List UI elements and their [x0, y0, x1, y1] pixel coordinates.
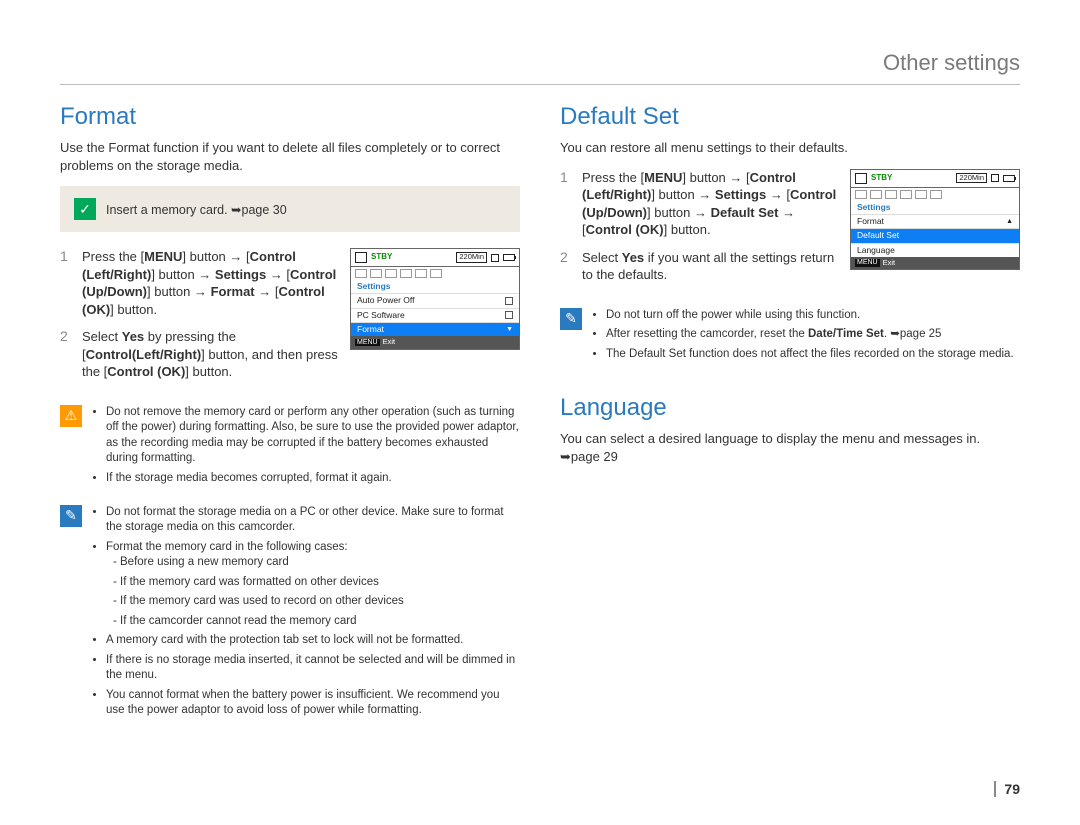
- note-item: You cannot format when the battery power…: [106, 688, 520, 719]
- stby-label: STBY: [871, 174, 892, 183]
- tip-note: ✎ Do not turn off the power while using …: [560, 308, 1020, 367]
- option-icon: [505, 311, 513, 319]
- time-remaining: 220Min: [456, 252, 487, 262]
- format-heading: Format: [60, 103, 520, 131]
- pen-icon: ✎: [60, 505, 82, 527]
- note-subitem: If the camcorder cannot read the memory …: [120, 614, 520, 630]
- note-subitem: Before using a new memory card: [120, 555, 520, 571]
- lcd-item: Format▲: [851, 214, 1019, 228]
- mode-icons: [851, 187, 1019, 201]
- lcd-format: STBY 220Min Settings Auto Power Off: [350, 248, 520, 350]
- step-text: Select Yes if you want all the settings …: [582, 249, 838, 284]
- lcd-exit: MENU Exit: [351, 336, 519, 348]
- battery-icon: [503, 254, 515, 261]
- pen-icon: ✎: [560, 308, 582, 330]
- defaultset-step-2: 2 Select Yes if you want all the setting…: [560, 249, 838, 284]
- note-item: Do not remove the memory card or perform…: [106, 405, 520, 467]
- check-icon: ✓: [74, 198, 96, 220]
- info-text: Insert a memory card. ➥page 30: [106, 202, 287, 217]
- step-number: 2: [560, 249, 574, 284]
- note-subitem: If the memory card was used to record on…: [120, 594, 520, 610]
- defaultset-step-1: 1 Press the [MENU] button → [Control (Le…: [560, 169, 838, 239]
- step-text: Press the [MENU] button → [Control (Left…: [82, 248, 338, 318]
- chevron-down-icon: ▼: [506, 326, 513, 334]
- tip-note: ✎ Do not format the storage media on a P…: [60, 505, 520, 723]
- note-item: Do not format the storage media on a PC …: [106, 505, 520, 536]
- step-number: 2: [60, 328, 74, 381]
- note-item: Format the memory card in the following …: [106, 540, 520, 630]
- step-text: Select Yes by pressing the [Control(Left…: [82, 328, 338, 381]
- language-heading: Language: [560, 394, 1020, 422]
- defaultset-heading: Default Set: [560, 103, 1020, 131]
- lcd-item: Auto Power Off: [351, 293, 519, 307]
- step-number: 1: [60, 248, 74, 318]
- battery-icon: [1003, 175, 1015, 182]
- lcd-item-selected: Format▼: [351, 322, 519, 336]
- step-text: Press the [MENU] button → [Control (Left…: [582, 169, 838, 239]
- lcd-exit: MENU Exit: [851, 257, 1019, 269]
- card-icon: [491, 254, 499, 262]
- option-icon: [505, 297, 513, 305]
- home-icon: [355, 252, 367, 263]
- lcd-item-selected: Default Set: [851, 228, 1019, 242]
- defaultset-lead: You can restore all menu settings to the…: [560, 139, 1020, 157]
- lcd-item: Language: [851, 243, 1019, 257]
- warning-icon: ⚠: [60, 405, 82, 427]
- step-number: 1: [560, 169, 574, 239]
- page-header: Other settings: [60, 50, 1020, 85]
- format-step-2: 2 Select Yes by pressing the [Control(Le…: [60, 328, 338, 381]
- card-icon: [991, 174, 999, 182]
- home-icon: [855, 173, 867, 184]
- mode-icons: [351, 266, 519, 280]
- lcd-category: Settings: [851, 201, 1019, 214]
- note-subitem: If the memory card was formatted on othe…: [120, 575, 520, 591]
- lcd-category: Settings: [351, 280, 519, 293]
- lcd-item: PC Software: [351, 308, 519, 322]
- note-item: After resetting the camcorder, reset the…: [606, 327, 1014, 343]
- warning-note: ⚠ Do not remove the memory card or perfo…: [60, 405, 520, 491]
- info-box: ✓ Insert a memory card. ➥page 30: [60, 186, 520, 232]
- note-item: Do not turn off the power while using th…: [606, 308, 1014, 324]
- time-remaining: 220Min: [956, 173, 987, 183]
- format-lead: Use the Format function if you want to d…: [60, 139, 520, 174]
- language-lead: You can select a desired language to dis…: [560, 430, 1020, 465]
- format-step-1: 1 Press the [MENU] button → [Control (Le…: [60, 248, 338, 318]
- note-item: A memory card with the protection tab se…: [106, 633, 520, 649]
- note-item: The Default Set function does not affect…: [606, 347, 1014, 363]
- lcd-defaultset: STBY 220Min Settings Format▲ Default: [850, 169, 1020, 271]
- note-item: If there is no storage media inserted, i…: [106, 653, 520, 684]
- stby-label: STBY: [371, 253, 392, 262]
- page-number: 79: [994, 781, 1020, 797]
- note-item: If the storage media becomes corrupted, …: [106, 471, 520, 487]
- chevron-up-icon: ▲: [1006, 218, 1013, 226]
